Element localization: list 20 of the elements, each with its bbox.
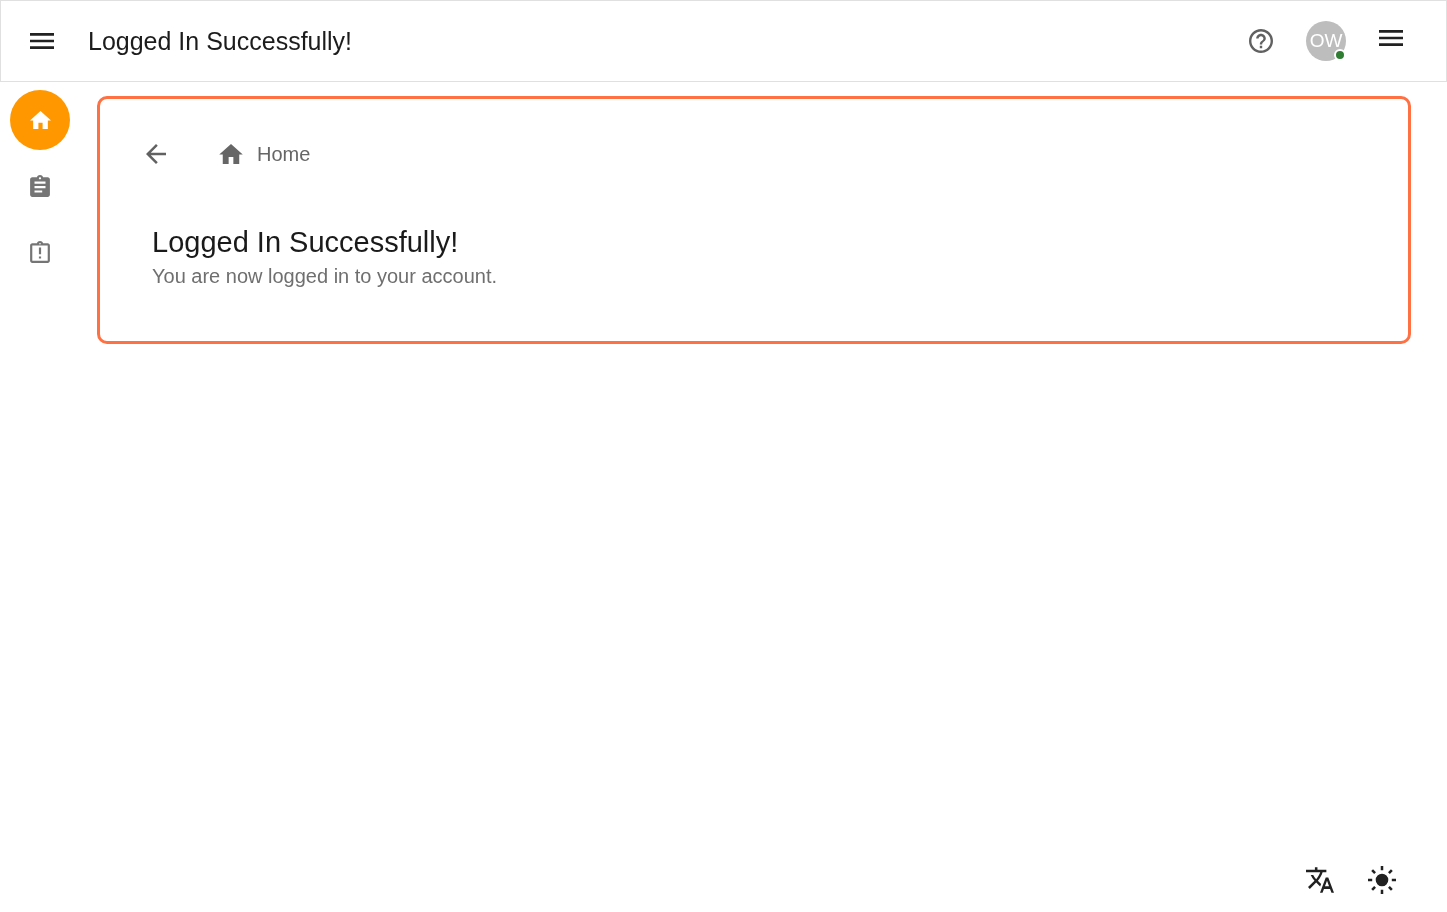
home-icon [219, 144, 243, 164]
menu-icon [1379, 30, 1403, 46]
help-icon [1249, 29, 1273, 53]
help-button[interactable] [1249, 29, 1273, 53]
clipboard-alert-icon [30, 241, 50, 263]
menu-button[interactable] [1379, 30, 1403, 46]
translate-icon [1306, 867, 1334, 893]
back-arrow-icon [146, 144, 166, 164]
card-subtitle: You are now logged in to your account. [152, 264, 499, 288]
theme-toggle-button[interactable] [1368, 866, 1396, 894]
home-icon [29, 111, 51, 129]
breadcrumb-link[interactable]: Home [219, 142, 311, 166]
clipboard-icon [30, 175, 50, 197]
translate-button[interactable] [1306, 867, 1334, 893]
page-title: Logged In Successfully! [88, 26, 353, 56]
menu-icon [30, 33, 54, 49]
sun-icon [1368, 866, 1396, 894]
back-button[interactable] [146, 144, 166, 164]
card-title: Logged In Successfully! [152, 225, 460, 260]
menu-button[interactable] [30, 33, 54, 49]
